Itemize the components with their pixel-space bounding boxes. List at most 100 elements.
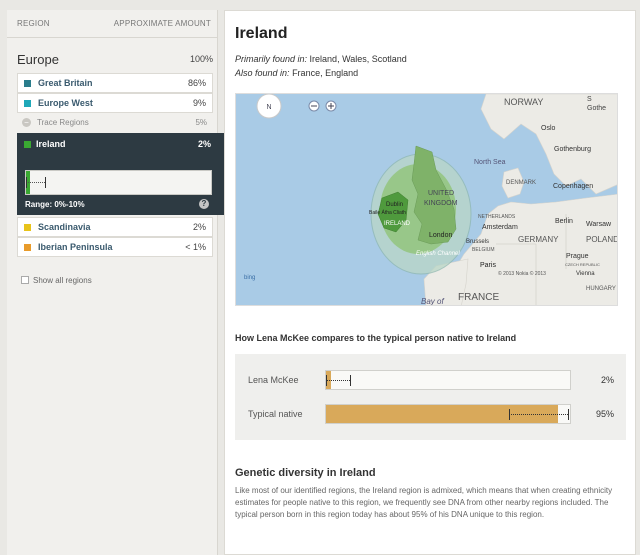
estimate-range-bar	[25, 170, 212, 195]
region-row-ireland-selected[interactable]: Ireland 2% Range: 0%-10% ?	[17, 133, 233, 215]
region-percent: 2%	[192, 222, 206, 232]
region-label: Iberian Peninsula	[38, 242, 113, 252]
map-label-brussels: Brussels	[466, 239, 489, 245]
show-all-regions-checkbox[interactable]: Show all regions	[21, 276, 92, 285]
map-label-english-channel: English Channel	[416, 251, 460, 257]
map-label-poland: POLAND	[586, 235, 618, 244]
comparison-row-typical-native: Typical native 95%	[235, 404, 626, 424]
continent-europe[interactable]: Europe 100%	[17, 44, 213, 70]
trace-regions-percent: 5%	[195, 118, 207, 127]
map-label-warsaw: Warsaw	[586, 221, 612, 228]
map-label-north-sea: North Sea	[474, 159, 506, 166]
comparison-label: Lena McKee	[248, 375, 299, 385]
region-column-header: REGION	[17, 19, 50, 28]
comparison-percent: 95%	[595, 409, 614, 419]
region-map[interactable]: N NORWAY S Gothe Oslo Gothenburg North S…	[235, 93, 618, 306]
zoom-in-button[interactable]	[325, 100, 337, 112]
primarily-found-places: Ireland, Wales, Scotland	[309, 54, 407, 64]
ethnicity-sidebar: REGION APPROXIMATE AMOUNT Europe 100% Gr…	[7, 10, 233, 555]
region-percent: < 1%	[185, 242, 206, 252]
map-label-germany: GERMANY	[518, 235, 559, 244]
map-label-united: UNITED	[428, 190, 454, 197]
map-label-paris: Paris	[480, 262, 496, 269]
comparison-chart: Lena McKee 2% Typical native 95%	[235, 354, 626, 440]
map-label-norway: NORWAY	[504, 97, 543, 107]
trace-regions-toggle[interactable]: − Trace Regions 5%	[17, 115, 213, 131]
map-label-denmark: DENMARK	[506, 180, 536, 186]
region-color-swatch	[24, 244, 31, 251]
range-high-tick	[350, 375, 352, 386]
map-label-oslo: Oslo	[541, 125, 556, 132]
range-high-tick	[44, 177, 46, 188]
map-label-gothenburg: Gothenburg	[554, 146, 591, 153]
region-detail-panel: Ireland Primarily found in: Ireland, Wal…	[224, 10, 636, 555]
region-label: Ireland	[36, 139, 66, 149]
checkbox-box[interactable]	[21, 276, 29, 284]
region-row-scandinavia[interactable]: Scandinavia 2%	[17, 217, 213, 237]
map-label-amsterdam: Amsterdam	[482, 224, 518, 231]
also-found-prefix: Also found in:	[235, 68, 290, 78]
map-label-bay-of: Bay of	[421, 297, 444, 306]
bing-logo: bing	[244, 275, 255, 281]
region-label: Scandinavia	[38, 222, 91, 232]
comparison-range-line	[326, 380, 351, 381]
map-label-hungary: HUNGARY	[586, 286, 616, 292]
map-label-baile-atha-cliath: Baile Átha Cliath	[369, 209, 406, 216]
map-label-prague: Prague	[566, 253, 589, 260]
region-color-swatch	[24, 224, 31, 231]
trace-regions-label: Trace Regions	[37, 118, 89, 127]
map-label-kingdom: KINGDOM	[424, 200, 458, 207]
map-label-copenhagen: Copenhagen	[553, 183, 593, 190]
map-label-netherlands: NETHERLANDS	[478, 214, 516, 220]
map-label-ireland: IRELAND	[384, 221, 411, 227]
map-label-vienna: Vienna	[576, 271, 595, 277]
map-label-belgium: BELGIUM	[472, 247, 495, 253]
primarily-found-line: Primarily found in: Ireland, Wales, Scot…	[235, 54, 407, 64]
map-label-france: FRANCE	[458, 292, 499, 303]
compare-title: How Lena McKee compares to the typical p…	[235, 333, 517, 343]
page-title: Ireland	[235, 25, 288, 42]
map-label-berlin: Berlin	[555, 218, 573, 225]
region-color-swatch	[24, 100, 31, 107]
comparison-row-user: Lena McKee 2%	[235, 370, 626, 390]
zoom-out-button[interactable]	[308, 100, 320, 112]
comparison-track	[325, 370, 571, 390]
region-percent: 9%	[192, 98, 206, 108]
help-icon[interactable]: ?	[199, 199, 209, 209]
region-row-iberian-peninsula[interactable]: Iberian Peninsula < 1%	[17, 237, 213, 257]
amount-column-header: APPROXIMATE AMOUNT	[113, 19, 211, 28]
region-color-swatch	[24, 80, 31, 87]
map-navigation-control[interactable]: N	[256, 94, 282, 119]
estimate-range-line	[26, 182, 45, 183]
genetic-diversity-title: Genetic diversity in Ireland	[235, 467, 376, 479]
continent-percent: 100%	[189, 54, 213, 64]
region-label: Europe West	[38, 98, 93, 108]
map-label-gothenburg-partial: Gothe	[587, 105, 606, 112]
sidebar-header: REGION APPROXIMATE AMOUNT	[7, 10, 218, 38]
range-label: Range: 0%-10%	[25, 200, 85, 209]
region-color-swatch	[24, 141, 31, 148]
region-percent: 86%	[187, 78, 206, 88]
genetic-diversity-text: Like most of our identified regions, the…	[235, 486, 613, 519]
range-high-tick	[567, 409, 569, 420]
show-all-label: Show all regions	[33, 276, 92, 285]
region-row-great-britain[interactable]: Great Britain 86%	[17, 73, 213, 93]
region-row-europe-west[interactable]: Europe West 9%	[17, 93, 213, 113]
map-copyright: © 2013 Nokia © 2013	[498, 270, 546, 277]
comparison-range-line	[509, 414, 568, 415]
map-label-stockholm-partial: S	[587, 96, 592, 103]
range-low-tick	[509, 409, 510, 420]
comparison-track	[325, 404, 571, 424]
also-found-line: Also found in: France, England	[235, 68, 358, 78]
region-label: Great Britain	[38, 78, 93, 88]
range-low-tick	[326, 375, 327, 386]
compass-label: N	[266, 104, 271, 111]
range-low-tick	[26, 177, 27, 188]
region-percent: 2%	[197, 139, 211, 149]
minus-circle-icon: −	[22, 118, 31, 127]
primarily-found-prefix: Primarily found in:	[235, 54, 308, 64]
map-label-czech: CZECH REPUBLIC	[565, 262, 600, 267]
map-label-dublin: Dublin	[386, 202, 403, 208]
map-label-london: London	[429, 232, 452, 239]
comparison-percent: 2%	[600, 375, 614, 385]
